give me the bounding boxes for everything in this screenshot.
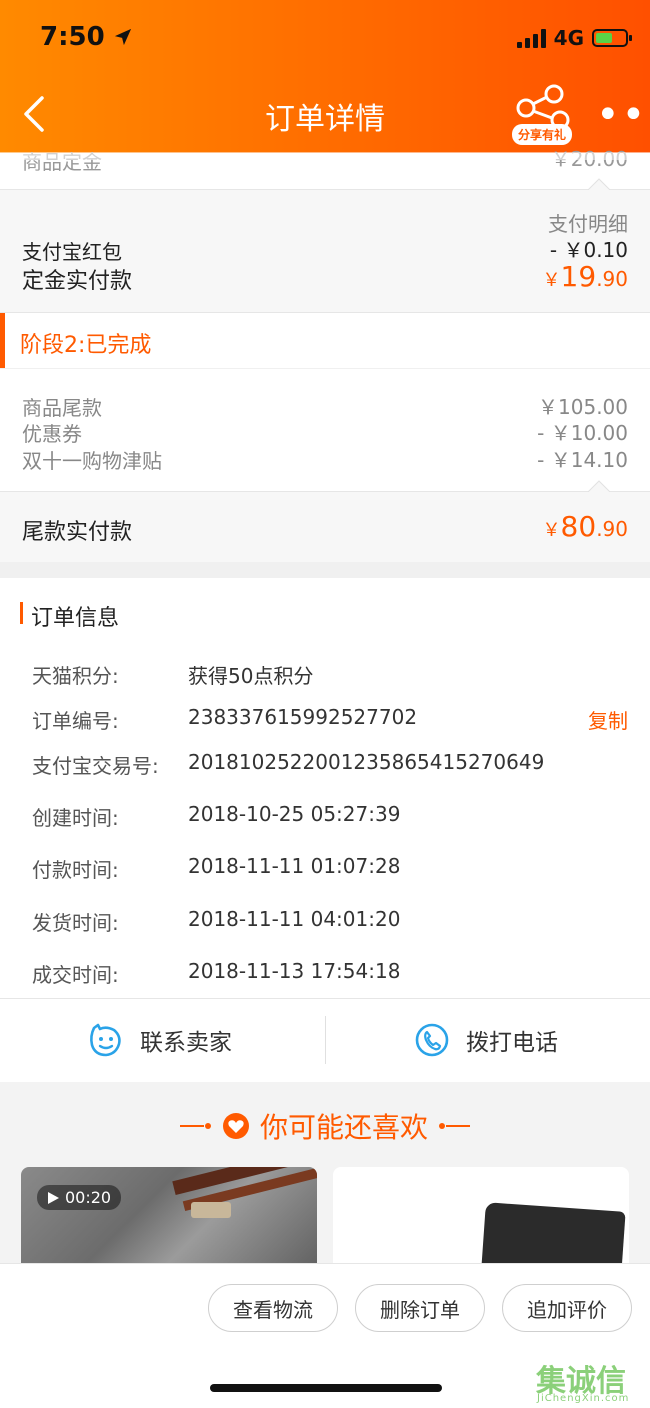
section-gap bbox=[0, 562, 650, 578]
dash-left-icon bbox=[179, 1123, 211, 1129]
info-label: 天猫积分: bbox=[32, 664, 119, 688]
product-card-video[interactable]: 00:20 bbox=[21, 1167, 317, 1277]
stage2-item-label: 商品尾款 bbox=[22, 396, 102, 420]
redpacket-label: 支付宝红包 bbox=[22, 240, 122, 264]
scroll-fade bbox=[0, 152, 650, 160]
heart-icon bbox=[222, 1113, 249, 1139]
deposit-cut-label: 商品定金 bbox=[22, 150, 102, 174]
recommend-title: 你可能还喜欢 bbox=[259, 1111, 428, 1144]
info-value: 2018-10-25 05:27:39 bbox=[188, 802, 401, 826]
chopstick-rest-image bbox=[191, 1202, 231, 1218]
stage2-item-label: 双十一购物津贴 bbox=[22, 449, 162, 473]
info-value: 2018-11-13 17:54:18 bbox=[188, 959, 401, 983]
call-phone-label: 拨打电话 bbox=[466, 1030, 558, 1056]
dash-right-icon bbox=[439, 1123, 470, 1129]
deposit-paid-amount: ￥19.90 bbox=[542, 260, 628, 293]
chat-face-icon bbox=[90, 1023, 121, 1057]
divider bbox=[0, 368, 650, 369]
info-value: 2018102522001235865415270649 bbox=[188, 750, 545, 774]
signal-icon bbox=[516, 28, 546, 48]
location-arrow-icon bbox=[114, 28, 131, 46]
info-label: 订单编号: bbox=[32, 709, 119, 733]
final-paid-amount: ￥80.90 bbox=[542, 510, 628, 543]
copy-button[interactable]: 复制 bbox=[588, 705, 628, 734]
info-label: 支付宝交易号: bbox=[32, 754, 159, 778]
stage2-item-value: ￥105.00 bbox=[538, 395, 628, 419]
caret-up-icon bbox=[588, 480, 610, 492]
recommend-header: 你可能还喜欢 bbox=[0, 1106, 650, 1146]
stage2-title: 阶段2:已完成 bbox=[20, 333, 152, 358]
contact-seller-label: 联系卖家 bbox=[140, 1030, 232, 1056]
call-phone-button[interactable]: 拨打电话 bbox=[414, 1022, 558, 1058]
info-value: 2018-11-11 04:01:20 bbox=[188, 907, 401, 931]
final-paid-label: 尾款实付款 bbox=[22, 520, 133, 545]
info-value: 获得50点积分 bbox=[188, 664, 314, 688]
info-label: 付款时间: bbox=[32, 858, 119, 882]
deposit-paid-label: 定金实付款 bbox=[22, 269, 133, 294]
info-value: 2018-11-11 01:07:28 bbox=[188, 854, 401, 878]
stage2-item-value: - ￥10.00 bbox=[537, 421, 628, 445]
video-duration-badge: 00:20 bbox=[37, 1185, 122, 1210]
phone-icon bbox=[415, 1023, 449, 1057]
product-card[interactable] bbox=[333, 1167, 629, 1277]
battery-icon bbox=[592, 29, 632, 47]
stage2-item-value: - ￥14.10 bbox=[537, 448, 628, 472]
stage2-item-label: 优惠券 bbox=[22, 422, 82, 446]
watermark-url: JiChengXin.com bbox=[537, 1393, 630, 1404]
network-label: 4G bbox=[553, 26, 584, 50]
info-label: 发货时间: bbox=[32, 911, 119, 935]
status-time: 7:50 bbox=[40, 22, 132, 52]
share-gift-label[interactable]: 分享有礼 bbox=[512, 124, 573, 145]
section-title-bar bbox=[20, 602, 23, 624]
play-icon bbox=[48, 1191, 59, 1204]
info-label: 创建时间: bbox=[32, 806, 119, 830]
more-menu-icon[interactable]: ••• bbox=[596, 95, 650, 135]
divider bbox=[0, 312, 650, 313]
caret-up-icon bbox=[588, 178, 610, 190]
divider bbox=[325, 1016, 326, 1064]
delete-order-button[interactable]: 删除订单 bbox=[355, 1284, 485, 1332]
home-indicator[interactable] bbox=[210, 1384, 442, 1392]
stage-indicator-bar bbox=[0, 313, 5, 368]
status-indicators: 4G bbox=[516, 26, 632, 50]
order-info-title: 订单信息 bbox=[31, 606, 120, 631]
contact-seller-button[interactable]: 联系卖家 bbox=[88, 1022, 232, 1058]
redpacket-value: - ￥0.10 bbox=[549, 238, 628, 262]
info-value: 238337615992527702 bbox=[188, 705, 418, 729]
view-logistics-button[interactable]: 查看物流 bbox=[208, 1284, 338, 1332]
info-label: 成交时间: bbox=[32, 963, 119, 987]
payment-detail-link[interactable]: 支付明细 bbox=[548, 208, 628, 237]
add-review-button[interactable]: 追加评价 bbox=[502, 1284, 632, 1332]
